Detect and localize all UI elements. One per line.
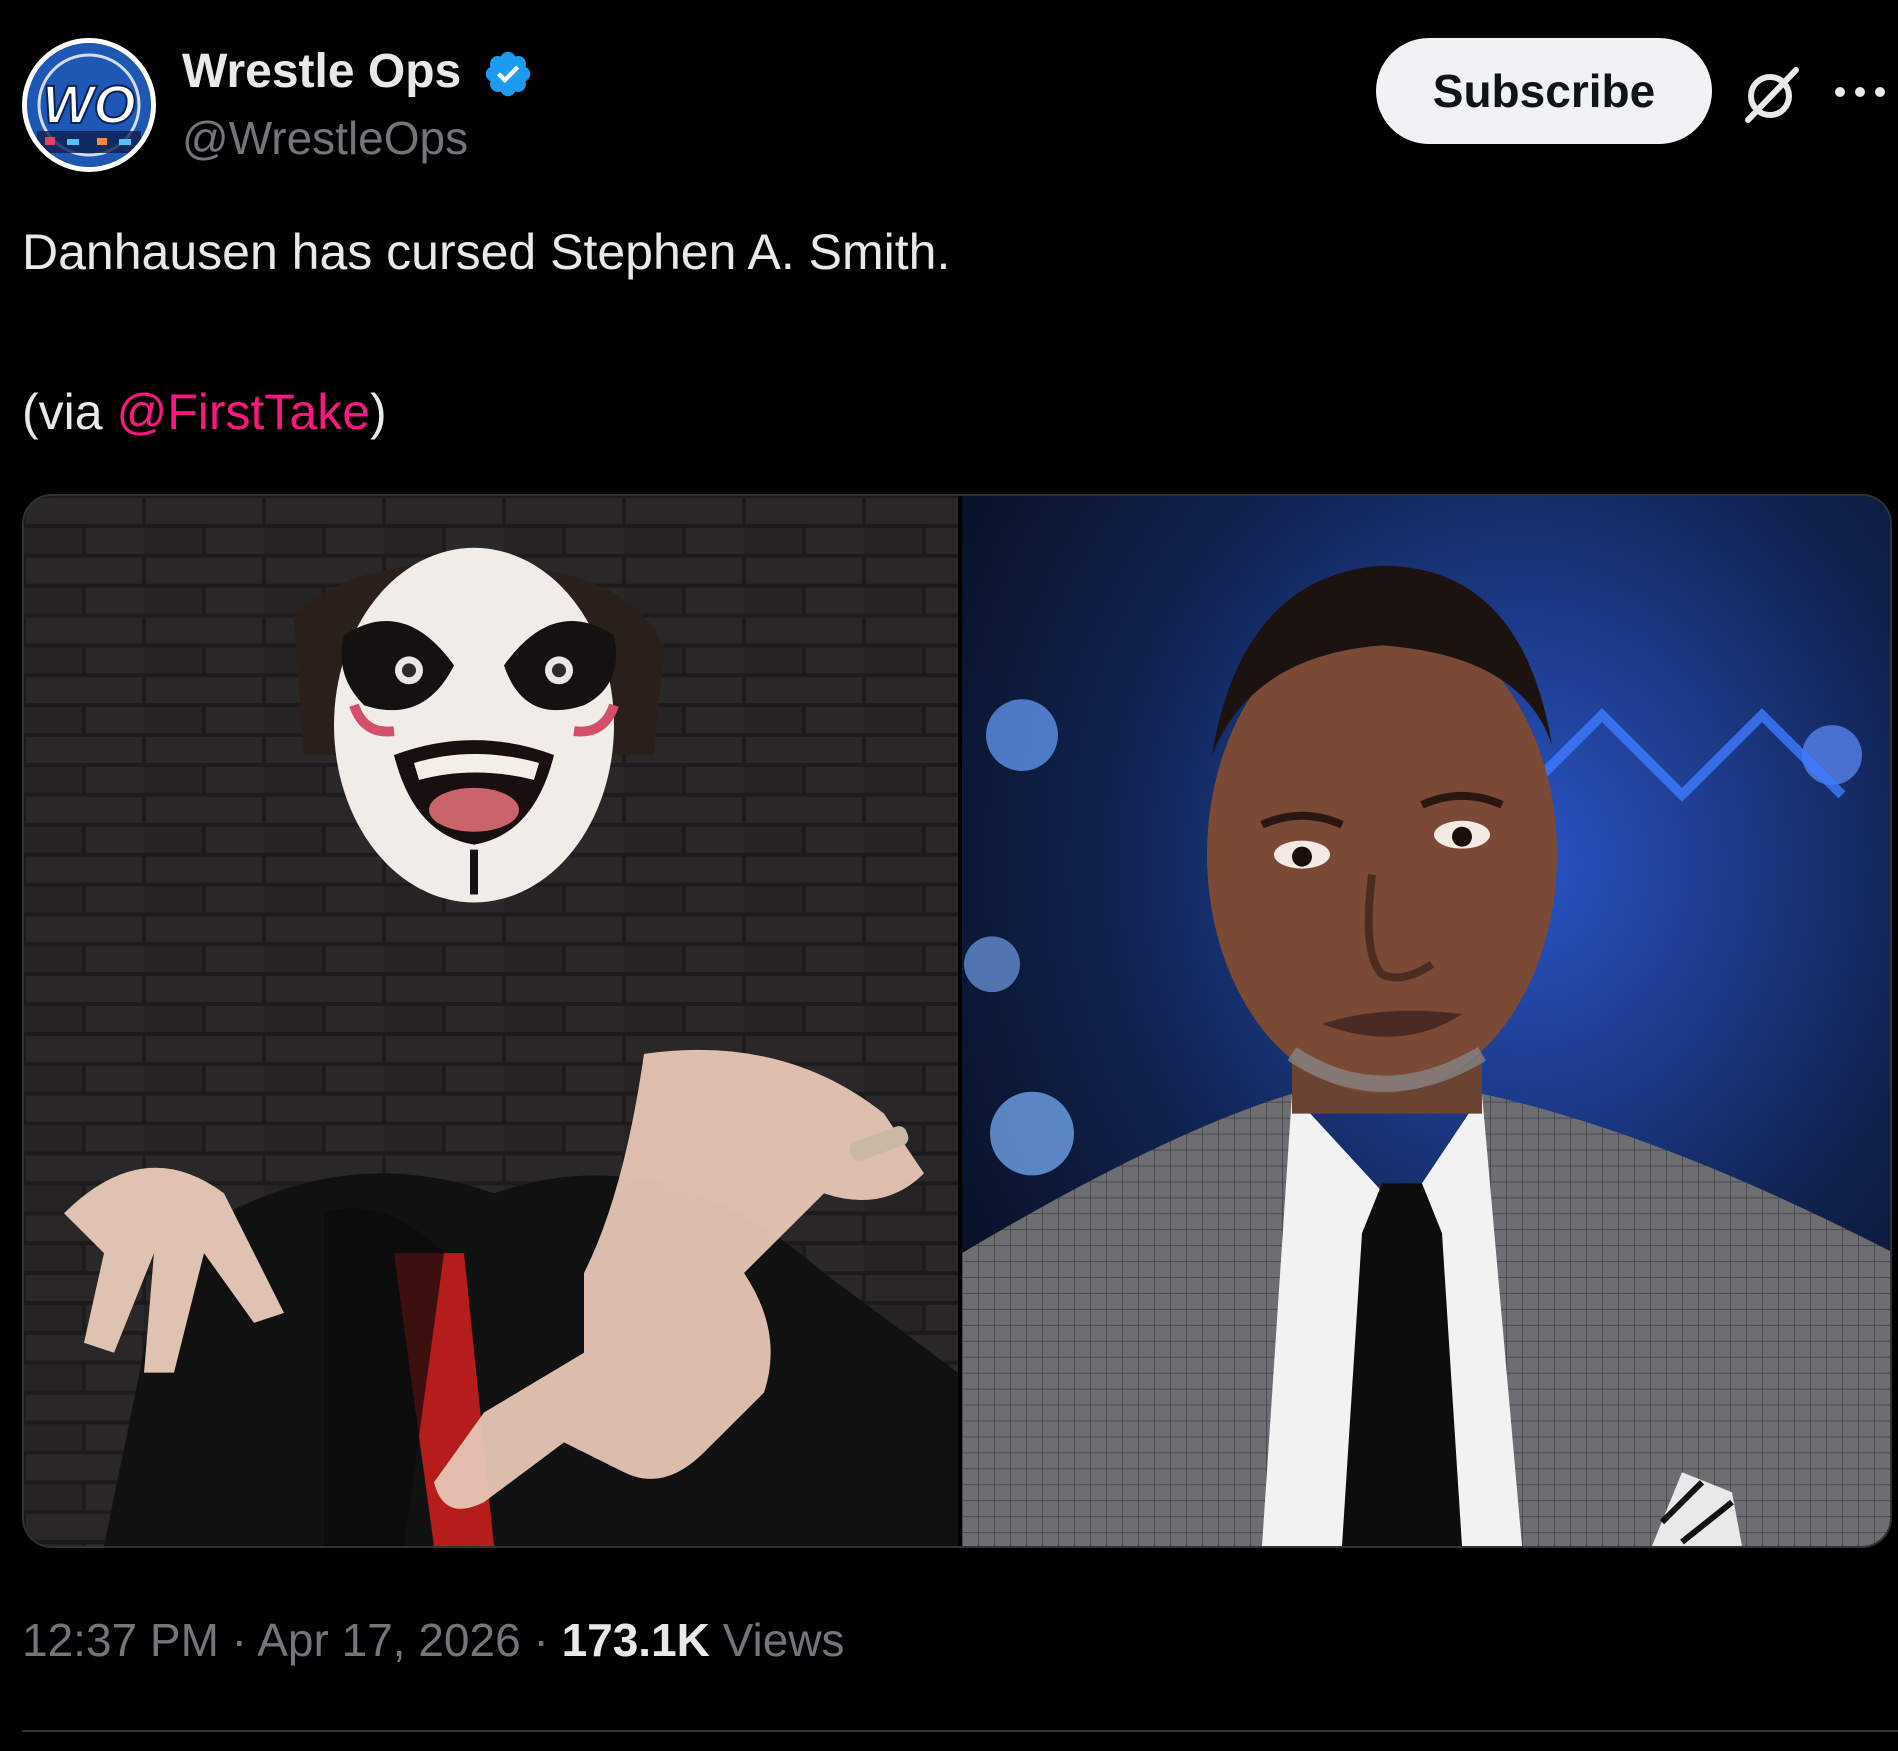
danhausen-photo bbox=[24, 496, 958, 1546]
author-handle[interactable]: @WrestleOps bbox=[182, 110, 468, 166]
author-display-name[interactable]: Wrestle Ops bbox=[182, 44, 461, 100]
views-count: 173.1K bbox=[561, 1614, 710, 1666]
more-icon[interactable] bbox=[1832, 72, 1888, 112]
tweet-time[interactable]: 12:37 PM bbox=[22, 1614, 219, 1666]
media-photo-2[interactable] bbox=[962, 496, 1890, 1546]
tweet-date[interactable]: Apr 17, 2026 bbox=[257, 1614, 520, 1666]
tweet-via-line: (via @FirstTake) bbox=[22, 382, 1862, 442]
avatar-logo-text: WO bbox=[43, 75, 136, 135]
wrestle-ops-logo: WO bbox=[27, 43, 151, 167]
meta-separator: · bbox=[218, 1614, 258, 1666]
mention-link[interactable]: @FirstTake bbox=[116, 384, 370, 440]
author-avatar[interactable]: WO bbox=[22, 38, 156, 172]
via-prefix: (via bbox=[22, 384, 117, 440]
stephen-a-smith-photo bbox=[962, 496, 1890, 1546]
divider bbox=[22, 1730, 1898, 1732]
verified-badge-icon[interactable] bbox=[482, 48, 534, 100]
tweet-text: Danhausen has cursed Stephen A. Smith. (… bbox=[22, 222, 1862, 442]
grok-icon[interactable] bbox=[1740, 62, 1804, 126]
media-photo-1[interactable] bbox=[24, 496, 958, 1546]
tweet-text-line: Danhausen has cursed Stephen A. Smith. bbox=[22, 224, 951, 280]
media-grid bbox=[22, 494, 1892, 1548]
meta-separator: · bbox=[520, 1614, 562, 1666]
views-label: Views bbox=[709, 1614, 845, 1666]
tweet: WO Wrestle Ops @WrestleOps Subscribe Dan… bbox=[0, 0, 1898, 1751]
tweet-meta: 12:37 PM · Apr 17, 2026 · 173.1K Views bbox=[22, 1612, 845, 1668]
subscribe-button[interactable]: Subscribe bbox=[1376, 38, 1712, 144]
via-suffix: ) bbox=[370, 384, 387, 440]
